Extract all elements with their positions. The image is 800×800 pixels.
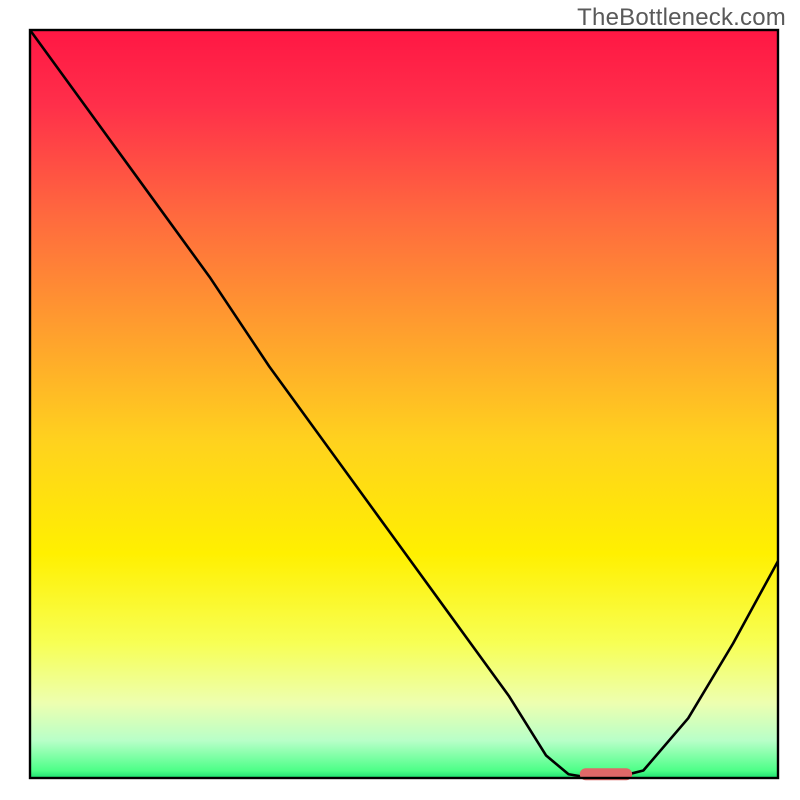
watermark-text: TheBottleneck.com	[577, 4, 786, 32]
plot-background	[30, 30, 778, 778]
chart-svg	[0, 0, 800, 800]
chart-container: { "watermark": "TheBottleneck.com", "cha…	[0, 0, 800, 800]
